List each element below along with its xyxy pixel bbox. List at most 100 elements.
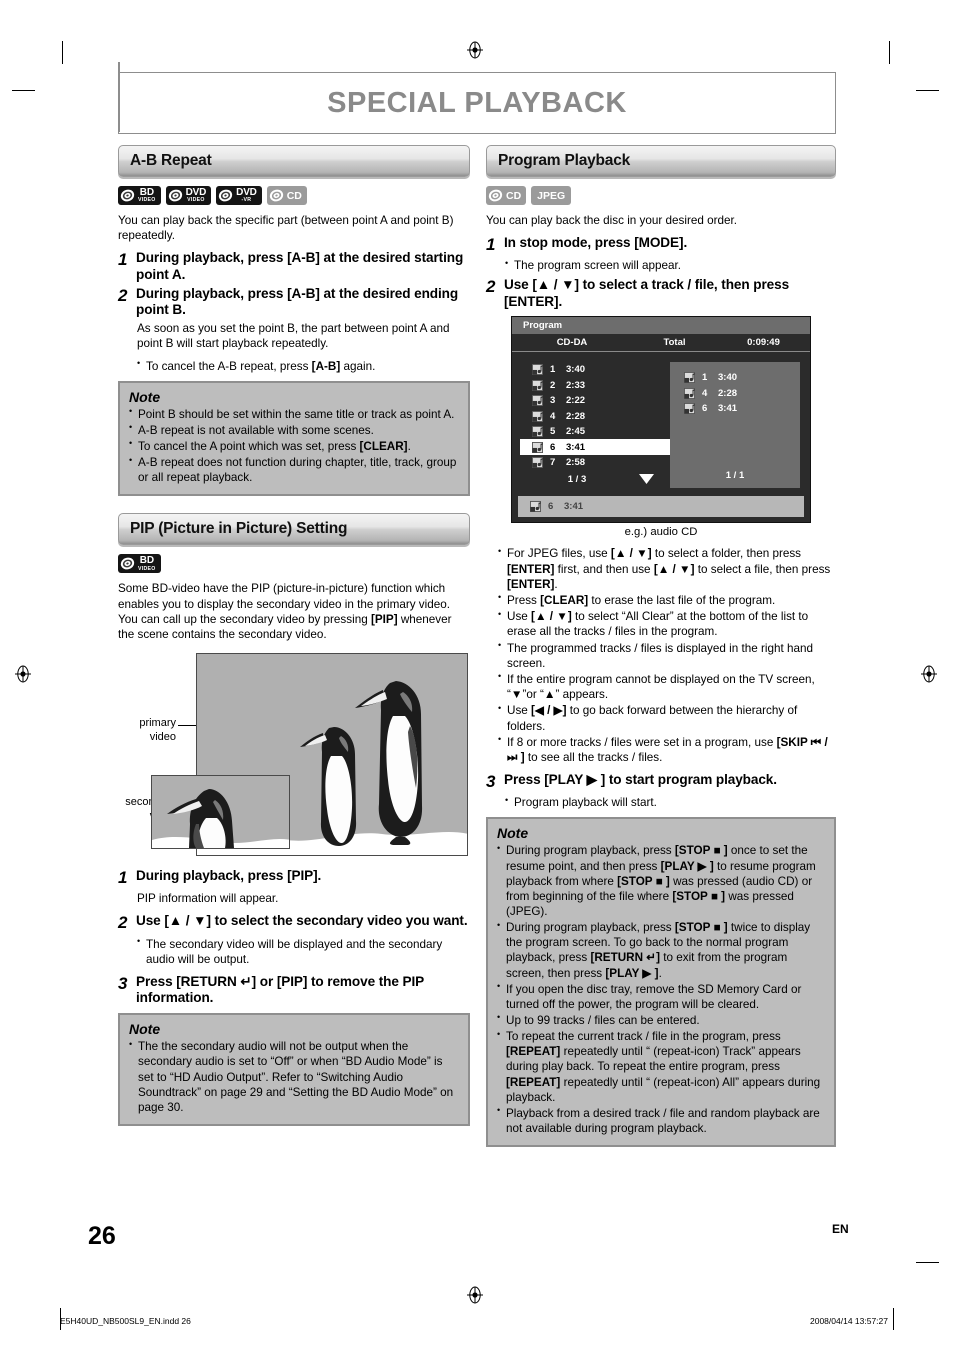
osd-disc-type: CD-DA xyxy=(556,336,588,348)
language-mark: EN xyxy=(832,1222,849,1236)
list-item: To cancel the A point which was set, pre… xyxy=(129,438,459,454)
disc-icon xyxy=(168,189,182,202)
disc-badge-dvd-vr: DVD -VR xyxy=(216,186,262,205)
music-track-icon xyxy=(532,395,543,407)
track-row-selected[interactable]: 6 3:41 xyxy=(520,439,670,455)
footer-filename: E5H40UD_NB500SL9_EN.indd 26 xyxy=(60,1316,191,1326)
track-row[interactable]: 1 3:40 xyxy=(520,362,670,378)
music-track-icon xyxy=(532,457,543,469)
section-title: A-B Repeat xyxy=(130,152,212,169)
pip-step-2: 2 Use [▲ / ▼] to select the secondary vi… xyxy=(118,913,470,933)
note-heading: Note xyxy=(129,1021,161,1038)
pip-intro: Some BD-video have the PIP (picture-in-p… xyxy=(118,582,452,642)
disc-badge-cd: CD xyxy=(266,186,307,205)
registration-mark-bottom xyxy=(466,1286,484,1304)
step-number: 3 xyxy=(486,772,496,792)
step-text: Use [▲ / ▼] to select a track / file, th… xyxy=(504,277,790,309)
list-item: A-B repeat is not available with some sc… xyxy=(129,422,459,438)
chevron-down-icon[interactable] xyxy=(639,474,654,485)
track-time: 2:58 xyxy=(566,457,586,469)
music-track-icon xyxy=(532,426,543,438)
osd-info-bar: CD-DA Total 0:09:49 xyxy=(512,333,810,352)
osd-body: 1 3:40 2 2:33 3 2:22 4 2:28 5 2:45 6 3:4… xyxy=(512,351,810,494)
disc-badges-pip: BD VIDEO xyxy=(118,554,470,574)
ab-repeat-step2-bullets: To cancel the A-B repeat, press [A-B] ag… xyxy=(137,358,470,374)
step-number: 2 xyxy=(118,285,128,305)
left-column: A-B Repeat BD VIDEO DVD VIDEO DVD -VR CD… xyxy=(118,145,470,1126)
section-title: PIP (Picture in Picture) Setting xyxy=(130,520,348,538)
track-time: 2:28 xyxy=(566,410,586,422)
pager-text: 1 / 1 xyxy=(725,469,745,481)
disc-icon xyxy=(120,558,135,570)
osd-source-list: 1 3:40 2 2:33 3 2:22 4 2:28 5 2:45 6 3:4… xyxy=(520,362,670,489)
music-track-icon xyxy=(532,379,543,391)
program-screen-mockup: Program CD-DA Total 0:09:49 1 3:40 2 2:3… xyxy=(511,315,811,524)
program-step-3: 3 Press [PLAY ▶ ] to start program playb… xyxy=(486,772,836,792)
track-number: 1 xyxy=(550,364,556,376)
step-text: During playback, press [A-B] at the desi… xyxy=(136,250,464,282)
track-time: 3:41 xyxy=(718,403,738,415)
badge-label-bottom: VIDEO xyxy=(187,197,205,204)
badge-label-top: DVD xyxy=(236,186,257,198)
primary-video-label-line1: primary xyxy=(139,717,176,730)
primary-video-label-line2: video xyxy=(149,730,176,743)
track-number: 2 xyxy=(550,379,556,391)
disc-badges-ab-repeat: BD VIDEO DVD VIDEO DVD -VR CD xyxy=(118,186,470,205)
list-item: Point B should be set within the same ti… xyxy=(129,406,459,422)
step-number: 1 xyxy=(118,868,128,888)
badge-label: JPEG xyxy=(537,189,566,202)
disc-badges-program-playback: CD JPEG xyxy=(486,186,836,205)
list-item: Program playback will start. xyxy=(505,795,836,810)
program-track-row[interactable]: 6 3:41 xyxy=(670,401,800,417)
music-track-icon xyxy=(684,372,695,384)
registration-mark-right xyxy=(920,665,938,683)
step-text: Use [▲ / ▼] to select the secondary vide… xyxy=(136,913,468,929)
program-step3-bullets: Program playback will start. xyxy=(505,795,836,810)
program-track-row[interactable]: 4 2:28 xyxy=(670,385,800,401)
badge-label-top: BD xyxy=(139,186,154,198)
crop-mark-bottom-right-horizontal xyxy=(916,1262,939,1263)
program-step1-bullets: The program screen will appear. xyxy=(505,258,836,273)
track-row[interactable]: 2 2:33 xyxy=(520,377,670,393)
current-track-row: 6 3:41 xyxy=(530,499,583,515)
track-row[interactable]: 5 2:45 xyxy=(520,424,670,440)
primary-video-label: primary video xyxy=(118,717,176,745)
crop-mark-top-right-horizontal xyxy=(916,90,939,91)
section-header-ab-repeat: A-B Repeat xyxy=(118,145,470,177)
track-time: 2:28 xyxy=(718,387,738,399)
pip-step2-bullets: The secondary video will be displayed an… xyxy=(137,936,470,967)
note-box-pip: Note The the secondary audio will not be… xyxy=(118,1013,470,1126)
page-number: 26 xyxy=(88,1222,116,1250)
osd-footer-bar: 6 3:41 xyxy=(518,496,804,518)
step-number: 3 xyxy=(118,973,128,993)
badge-label-bottom: VIDEO xyxy=(138,565,156,572)
program-track-row[interactable]: 1 3:40 xyxy=(670,370,800,386)
list-item: The secondary video will be displayed an… xyxy=(137,936,470,967)
track-row[interactable]: 4 2:28 xyxy=(520,408,670,424)
track-number: 4 xyxy=(702,387,708,399)
program-playback-intro: You can play back the disc in your desir… xyxy=(486,214,737,227)
step-text: During playback, press [A-B] at the desi… xyxy=(136,285,459,317)
track-number: 6 xyxy=(548,501,554,513)
list-item: Press [CLEAR] to erase the last file of … xyxy=(498,592,836,608)
osd-total-label: Total xyxy=(663,336,686,348)
step-text: During playback, press [PIP]. xyxy=(136,868,322,884)
music-track-icon xyxy=(684,403,695,415)
ab-repeat-intro: You can play back the specific part (bet… xyxy=(118,214,454,243)
track-time: 2:45 xyxy=(566,426,586,438)
step-number: 1 xyxy=(118,250,128,270)
track-number: 3 xyxy=(550,395,556,407)
list-item: The the secondary audio will not be outp… xyxy=(129,1039,459,1115)
note-list: Point B should be set within the same ti… xyxy=(129,406,459,486)
track-time: 3:41 xyxy=(566,441,586,453)
list-item: Use [◀ / ▶] to go back forward between t… xyxy=(498,703,836,733)
track-time: 3:41 xyxy=(564,501,584,513)
list-item: The program screen will appear. xyxy=(505,258,836,273)
list-item: For JPEG files, use [▲ / ▼] to select a … xyxy=(498,546,836,592)
track-row[interactable]: 7 2:58 xyxy=(520,455,670,471)
track-row[interactable]: 3 2:22 xyxy=(520,393,670,409)
osd-title: Program xyxy=(523,319,563,331)
track-time: 3:40 xyxy=(718,372,738,384)
badge-label-bottom: VIDEO xyxy=(138,197,156,204)
program-step2-bullets: For JPEG files, use [▲ / ▼] to select a … xyxy=(498,546,836,765)
